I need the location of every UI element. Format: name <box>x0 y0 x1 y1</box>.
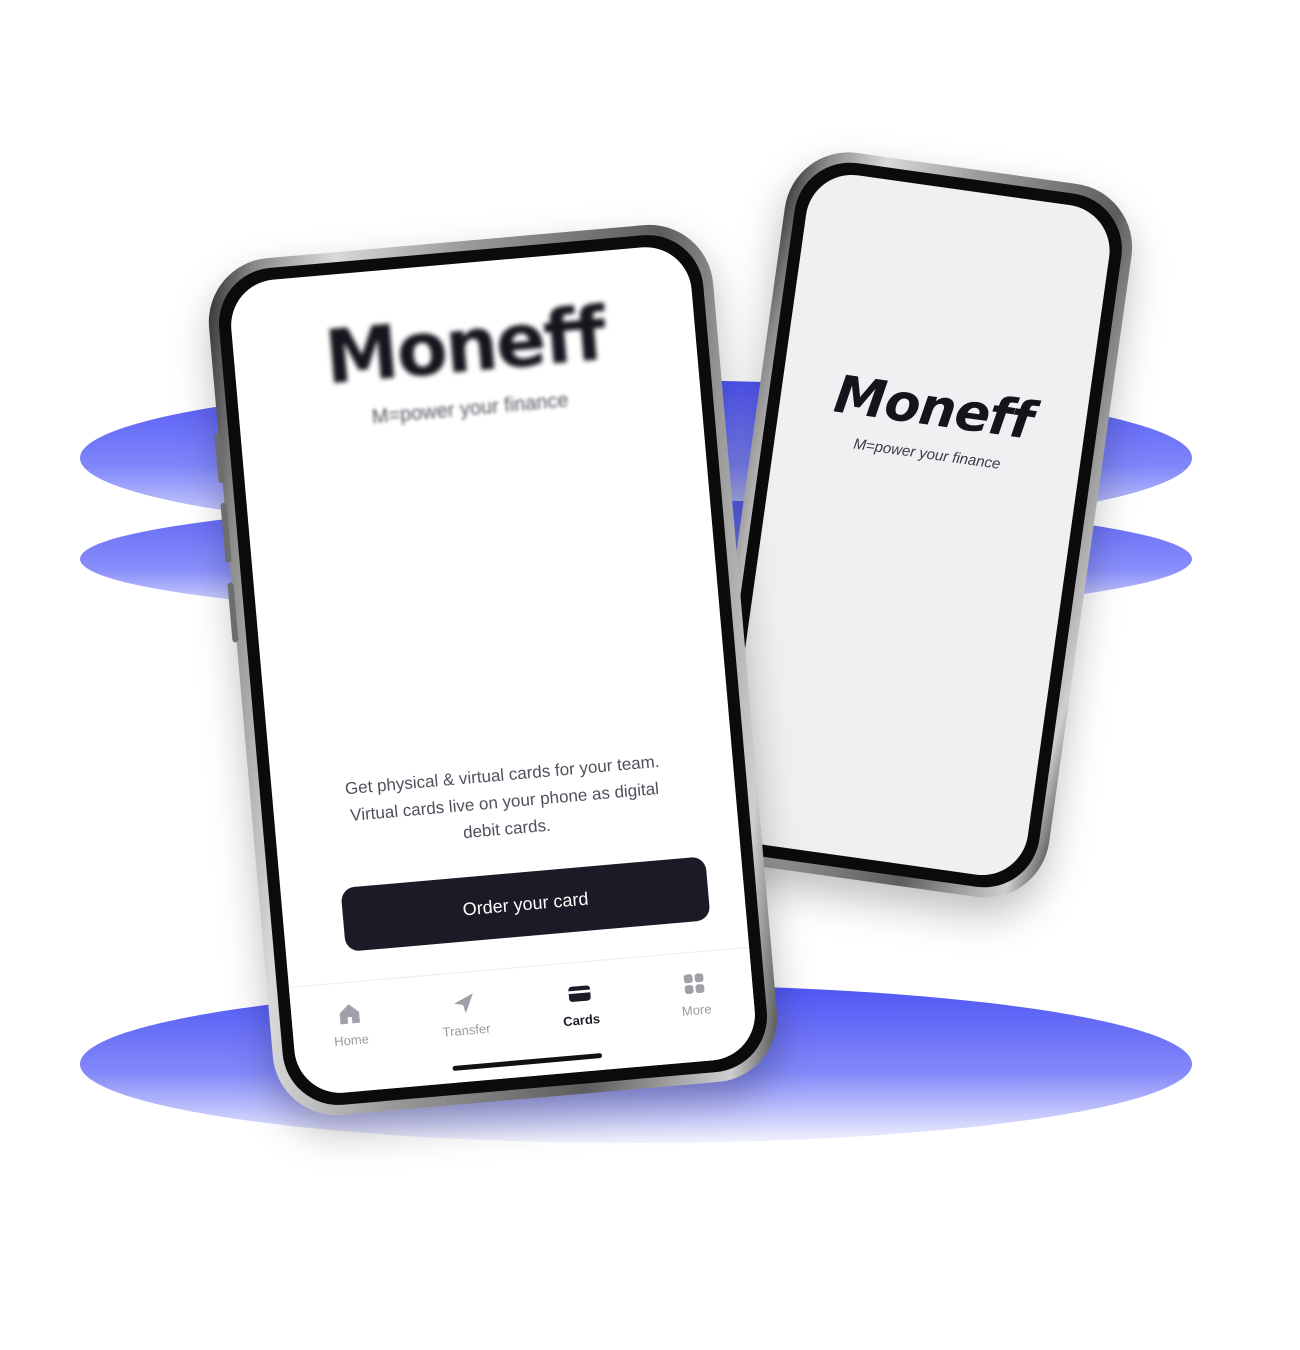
send-icon <box>450 990 478 1018</box>
order-card-button[interactable]: Order your card <box>340 856 711 952</box>
tab-home[interactable]: Home <box>303 997 397 1052</box>
grid-icon <box>680 970 708 998</box>
tab-label: Home <box>333 1031 370 1050</box>
tab-more[interactable]: More <box>648 967 742 1022</box>
splash-phone: Moneff M=power your finance <box>693 144 1141 906</box>
cards-screen: Moneff M=power your finance Get physical… <box>227 243 759 1097</box>
tab-cards[interactable]: Cards <box>533 977 627 1032</box>
cards-phone: Moneff M=power your finance Get physical… <box>203 219 783 1121</box>
home-icon <box>335 1000 363 1028</box>
cards-description: Get physical & virtual cards for your te… <box>311 745 699 859</box>
tab-label: More <box>681 1001 713 1019</box>
card-icon <box>565 980 593 1008</box>
tab-label: Cards <box>562 1011 601 1030</box>
home-indicator <box>452 1052 603 1072</box>
tab-label: Transfer <box>442 1020 492 1040</box>
tab-transfer[interactable]: Transfer <box>418 987 512 1042</box>
